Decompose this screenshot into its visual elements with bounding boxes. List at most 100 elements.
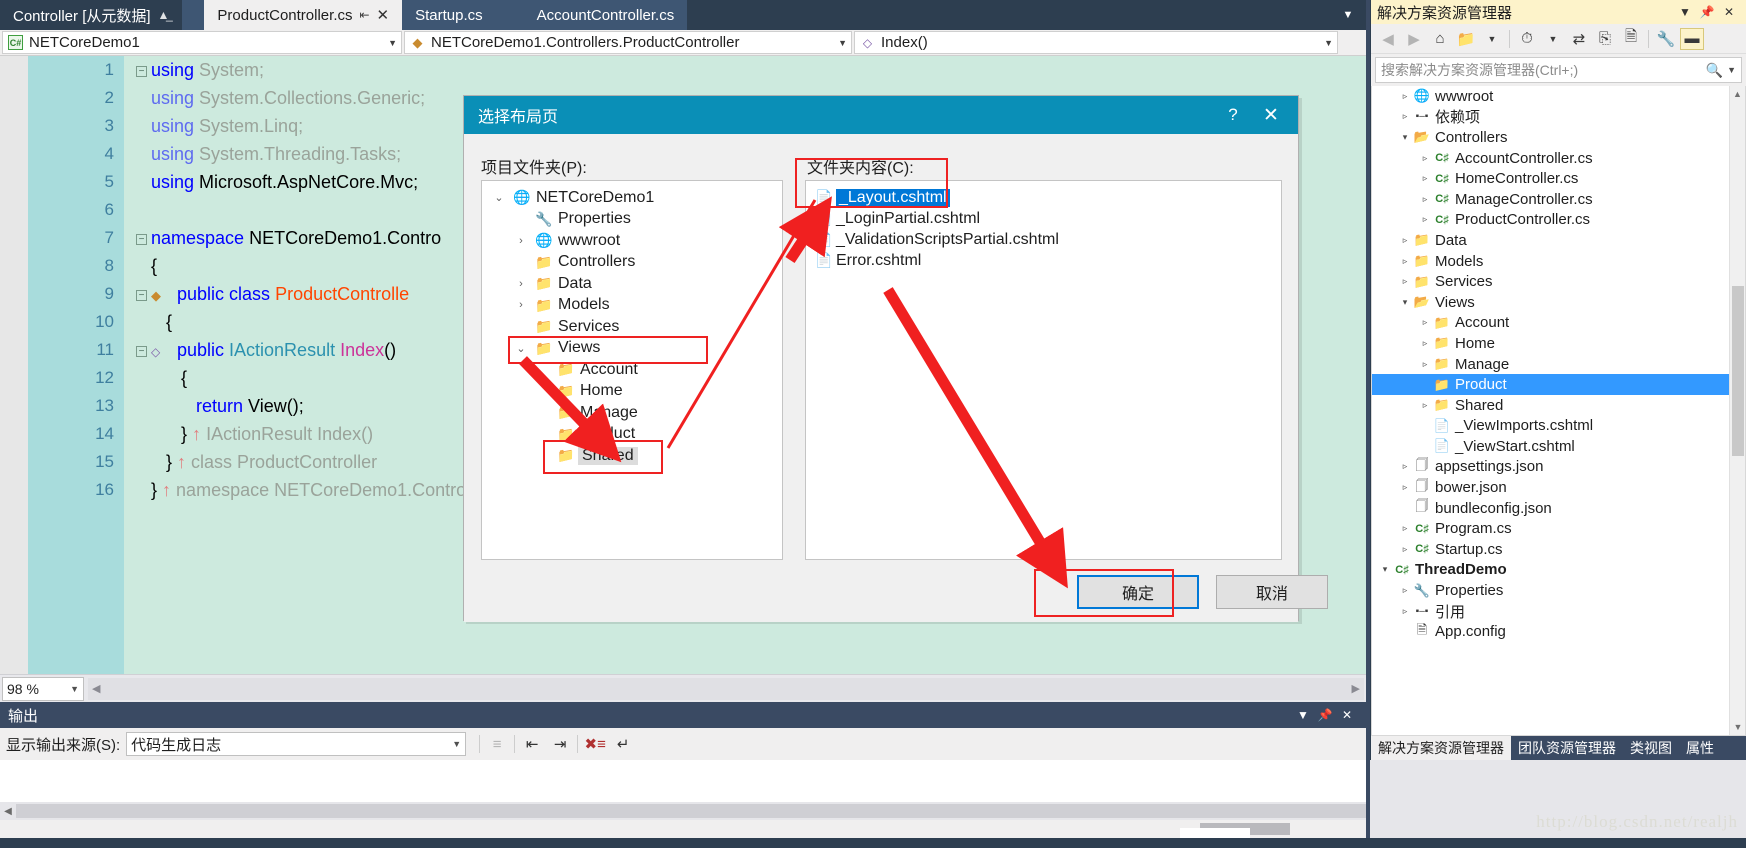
clear-pane-icon[interactable]: ✖≡ (581, 732, 609, 756)
solution-tree-item-[interactable]: ▹ ▪–▪ 依赖项 (1372, 107, 1745, 128)
show-all-files-icon[interactable]: 🗎 (1619, 28, 1643, 50)
expander-icon[interactable]: ▹ (1418, 214, 1432, 225)
expander-icon[interactable]: ▹ (1398, 235, 1412, 246)
solution-tree-item-startup-cs[interactable]: ▹ C♯ Startup.cs (1372, 539, 1745, 560)
solution-tree-item-threaddemo[interactable]: ▾ C♯ ThreadDemo (1372, 560, 1745, 581)
new-folder-icon[interactable]: 📁 (1454, 28, 1478, 50)
dialog-tree-item-account[interactable]: 📁 Account (482, 359, 782, 381)
chevron-down-icon[interactable]: ▼ (452, 739, 461, 749)
sync-with-active-document-icon[interactable]: ⇄ (1567, 28, 1591, 50)
tab-productcontroller[interactable]: ProductController.cs ⇤ ✕ (204, 0, 403, 30)
close-icon[interactable]: ✕ (1250, 104, 1292, 127)
pin-icon[interactable]: 📌 (1314, 708, 1336, 722)
dialog-tree-item-manage[interactable]: 📁 Manage (482, 402, 782, 424)
solution-tree-item-bundleconfig-json[interactable]: 🗍 bundleconfig.json (1372, 498, 1745, 519)
solution-tree-item-homecontroller-cs[interactable]: ▹ C♯ HomeController.cs (1372, 168, 1745, 189)
dialog-file-item-layout-cshtml[interactable]: 📄 _Layout.cshtml (806, 187, 1281, 208)
chevron-down-icon[interactable]: ▼ (1336, 0, 1360, 30)
dialog-tree-item-shared[interactable]: 📁 Shared (482, 445, 782, 467)
clear-all-icon[interactable]: ⇤ (518, 732, 546, 756)
solution-tree-item-views[interactable]: ▾ 📂 Views (1372, 292, 1745, 313)
solution-tree-item-accountcontroller-cs[interactable]: ▹ C♯ AccountController.cs (1372, 148, 1745, 169)
solution-explorer-scrollbar[interactable]: ▲ ▼ (1729, 86, 1745, 735)
expander-icon[interactable]: ▹ (1418, 400, 1432, 411)
expander-icon[interactable]: ▹ (1418, 153, 1432, 164)
solution-tree-item-controllers[interactable]: ▾ 📂 Controllers (1372, 127, 1745, 148)
help-icon[interactable]: ? (1216, 105, 1250, 125)
expander-icon[interactable]: › (510, 235, 532, 247)
scroll-left-icon[interactable]: ◀ (92, 682, 100, 695)
tab-accountcontroller[interactable]: AccountController.cs (523, 0, 688, 30)
close-icon[interactable]: ✕ (377, 6, 390, 24)
fold-toggle-icon[interactable]: − (136, 65, 147, 77)
expander-icon[interactable]: ▹ (1418, 317, 1432, 328)
expander-icon[interactable]: ▹ (1398, 482, 1412, 493)
member-dropdown[interactable]: ◇ Index() ▼ (854, 31, 1338, 54)
expander-icon[interactable]: ▹ (1418, 194, 1432, 205)
editor-horizontal-scrollbar[interactable]: ◀ ▶ (88, 677, 1364, 700)
toggle-word-wrap-icon[interactable]: ⇥ (546, 732, 574, 756)
pin-icon[interactable]: 📌 (1696, 5, 1718, 19)
expander-icon[interactable]: ▹ (1398, 276, 1412, 287)
chevron-down-icon[interactable]: ▼ (1316, 38, 1333, 48)
expander-icon[interactable]: ⌄ (488, 191, 510, 204)
tab-controller-metadata[interactable]: Controller [从元数据] ▲̲ (0, 0, 183, 30)
preview-selected-items-icon[interactable]: ▬ (1680, 27, 1704, 50)
dialog-tree-item-services[interactable]: 📁 Services (482, 316, 782, 338)
chevron-down-icon[interactable]: ▼ (1480, 28, 1504, 50)
refresh-icon[interactable]: ⎘ (1593, 28, 1617, 50)
pin-icon[interactable]: ▲̲ (158, 8, 170, 22)
solution-tree-item-wwwroot[interactable]: ▹ 🌐 wwwroot (1372, 86, 1745, 107)
cancel-button[interactable]: 取消 (1216, 575, 1328, 609)
solution-tree-item-appsettings-json[interactable]: ▹ 🗍 appsettings.json (1372, 457, 1745, 478)
solution-tree-item-managecontroller-cs[interactable]: ▹ C♯ ManageController.cs (1372, 189, 1745, 210)
pin-icon[interactable]: ⇤ (359, 8, 369, 22)
type-dropdown[interactable]: ◆ NETCoreDemo1.Controllers.ProductContro… (404, 31, 852, 54)
dialog-tree-item-models[interactable]: › 📁 Models (482, 295, 782, 317)
solution-tree-item-services[interactable]: ▹ 📁 Services (1372, 271, 1745, 292)
expander-icon[interactable]: ▹ (1418, 359, 1432, 370)
solution-tree-item-viewstart-cshtml[interactable]: 📄 _ViewStart.cshtml (1372, 436, 1745, 457)
tab-team-explorer[interactable]: 团队资源管理器 (1511, 736, 1623, 760)
scroll-right-icon[interactable]: ▶ (1352, 682, 1360, 695)
expander-icon[interactable]: ▹ (1398, 256, 1412, 267)
dialog-file-item-error-cshtml[interactable]: 📄 Error.cshtml (806, 250, 1281, 271)
dialog-file-item-loginpartial-cshtml[interactable]: 📄 _LoginPartial.cshtml (806, 208, 1281, 229)
expander-icon[interactable]: ▹ (1398, 523, 1412, 534)
solution-tree-item-app-config[interactable]: 🗎 App.config (1372, 621, 1745, 642)
dialog-tree-item-properties[interactable]: 🔧 Properties (482, 209, 782, 231)
chevron-down-icon[interactable]: ▼ (380, 38, 397, 48)
scrollbar-thumb[interactable] (1732, 286, 1744, 456)
dialog-tree-item-controllers[interactable]: 📁 Controllers (482, 252, 782, 274)
ok-button[interactable]: 确定 (1077, 575, 1199, 609)
dialog-tree-item-netcoredemo1[interactable]: ⌄ 🌐 NETCoreDemo1 (482, 187, 782, 209)
expander-icon[interactable]: › (510, 299, 532, 311)
solution-tree-item-data[interactable]: ▹ 📁 Data (1372, 230, 1745, 251)
expander-icon[interactable]: ▹ (1398, 461, 1412, 472)
scroll-left-icon[interactable]: ◀ (0, 806, 16, 817)
close-icon[interactable]: ✕ (1718, 5, 1740, 19)
solution-explorer-search-box[interactable]: 搜索解决方案资源管理器(Ctrl+;) 🔍 ▼ (1375, 57, 1742, 83)
tab-properties[interactable]: 属性 (1679, 736, 1721, 760)
solution-tree-item-product[interactable]: 📁 Product (1372, 374, 1745, 395)
dialog-tree-item-data[interactable]: › 📁 Data (482, 273, 782, 295)
pending-changes-icon[interactable]: ⏱ (1515, 28, 1539, 50)
chevron-down-icon[interactable]: ▼ (1541, 28, 1565, 50)
output-source-dropdown[interactable]: 代码生成日志 ▼ (126, 732, 467, 756)
expander-icon[interactable]: ▾ (1398, 132, 1412, 143)
zoom-level-dropdown[interactable]: 98 % ▼ (2, 676, 84, 701)
chevron-down-icon[interactable]: ▼ (70, 684, 79, 694)
solution-tree-item-home[interactable]: ▹ 📁 Home (1372, 333, 1745, 354)
expander-icon[interactable]: ▹ (1398, 111, 1412, 122)
expander-icon[interactable]: ▹ (1418, 173, 1432, 184)
scroll-down-icon[interactable]: ▼ (1730, 719, 1745, 735)
output-text-area[interactable]: ◀ (0, 760, 1366, 820)
solution-tree-item-shared[interactable]: ▹ 📁 Shared (1372, 395, 1745, 416)
solution-explorer-tree[interactable]: ▹ 🌐 wwwroot ▹ ▪–▪ 依赖项 ▾ 📂 Controllers ▹ C♯ AccountC… (1371, 86, 1746, 736)
back-arrow-icon[interactable]: ◀ (1376, 28, 1400, 50)
expander-icon[interactable]: ▾ (1398, 297, 1412, 308)
search-icon[interactable]: 🔍 (1706, 62, 1723, 79)
dialog-tree-item-views[interactable]: ⌄ 📁 Views (482, 338, 782, 360)
chevron-down-icon[interactable]: ▼ (1292, 708, 1314, 722)
dialog-file-list[interactable]: 📄 _Layout.cshtml 📄 _LoginPartial.cshtml 📄 _Va… (805, 180, 1282, 560)
